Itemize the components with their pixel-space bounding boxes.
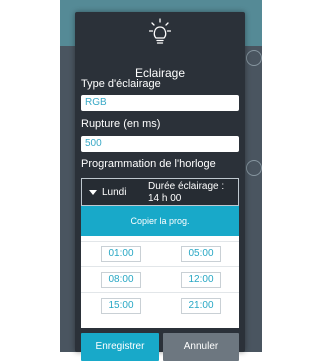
save-button[interactable]: Enregistrer [81,333,159,361]
divider [81,241,239,242]
rupture-field[interactable]: 500 [81,136,239,152]
lighting-dialog: Eclairage Type d'éclairage RGB Rupture (… [75,12,245,361]
divider [81,292,239,293]
time-end-3[interactable]: 21:00 [181,298,221,314]
cancel-button[interactable]: Annuler [163,333,239,361]
schedule-day-header[interactable]: Lundi Durée éclairage : 14 h 00 [81,178,239,206]
expand-arrow-icon [89,190,97,195]
time-start-2[interactable]: 08:00 [101,272,141,288]
duration-value: 14 h 00 [148,193,182,204]
lightbulb-icon [149,18,171,44]
copy-program-button[interactable]: Copier la prog. [81,206,239,236]
time-end-1[interactable]: 05:00 [181,246,221,262]
divider [81,266,239,267]
time-start-1[interactable]: 01:00 [101,246,141,262]
rupture-label: Rupture (en ms) [81,118,161,130]
schedule-panel: Lundi Durée éclairage : 14 h 00 Copier l… [81,178,239,328]
background-settings-icon [246,160,262,176]
lighting-type-label: Type d'éclairage [81,78,161,90]
background-settings-icon [246,50,262,66]
time-start-3[interactable]: 15:00 [101,298,141,314]
lighting-type-field[interactable]: RGB [81,95,239,111]
time-end-2[interactable]: 12:00 [181,272,221,288]
day-label: Lundi [102,187,127,198]
schedule-label: Programmation de l'horloge [81,158,216,170]
duration-label: Durée éclairage : [148,181,225,192]
